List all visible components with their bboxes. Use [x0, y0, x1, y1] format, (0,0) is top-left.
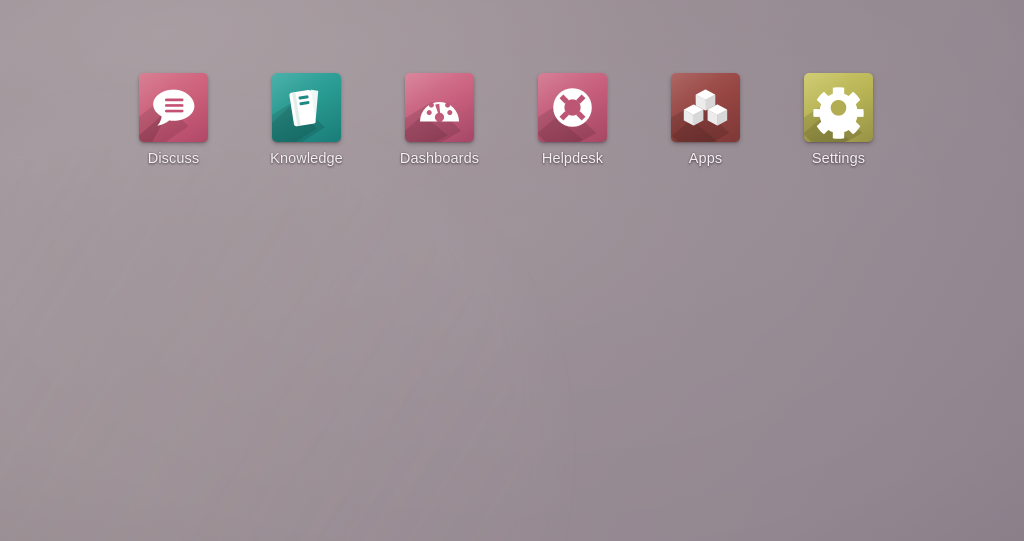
gear-icon	[813, 87, 864, 139]
cubes-icon	[683, 89, 728, 126]
shortcut-discuss[interactable]: Discuss	[139, 73, 208, 168]
gauge-icon	[420, 102, 459, 122]
shortcut-label-settings: Settings	[811, 151, 866, 167]
desktop-background: Discuss Knowledge Dashboards Helpdesk Ap…	[0, 0, 1024, 541]
shortcut-label-helpdesk: Helpdesk	[541, 151, 604, 167]
shortcut-apps[interactable]: Apps	[671, 73, 740, 168]
shortcut-settings[interactable]: Settings	[804, 73, 873, 168]
shortcut-helpdesk[interactable]: Helpdesk	[538, 73, 607, 168]
speech-bubble-icon	[153, 89, 195, 126]
lifebuoy-icon	[553, 88, 592, 127]
desktop-icon-grid: Discuss Knowledge Dashboards Helpdesk Ap…	[0, 73, 1024, 168]
shortcut-knowledge[interactable]: Knowledge	[270, 73, 343, 168]
shortcut-label-knowledge: Knowledge	[270, 151, 343, 167]
shortcut-tile-dashboards[interactable]	[405, 73, 474, 142]
shortcut-tile-discuss[interactable]	[139, 73, 208, 142]
book-icon	[289, 89, 319, 127]
shortcut-label-discuss: Discuss	[147, 151, 200, 167]
shortcut-tile-settings[interactable]	[804, 73, 873, 142]
shortcut-label-apps: Apps	[688, 151, 723, 167]
shortcut-tile-knowledge[interactable]	[272, 73, 341, 142]
shortcut-label-dashboards: Dashboards	[399, 151, 480, 167]
shortcut-dashboards[interactable]: Dashboards	[400, 73, 479, 168]
shortcut-tile-helpdesk[interactable]	[538, 73, 607, 142]
shortcut-tile-apps[interactable]	[671, 73, 740, 142]
